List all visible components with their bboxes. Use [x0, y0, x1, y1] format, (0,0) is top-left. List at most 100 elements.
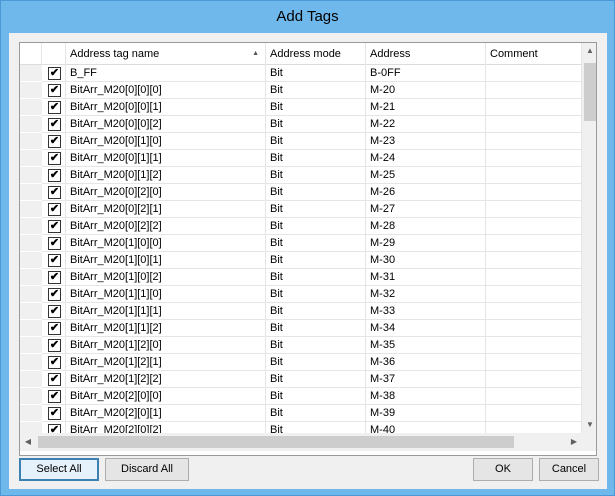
row-header[interactable] [20, 201, 42, 218]
cell-address-tag-name[interactable]: BitArr_M20[0][0][0] [66, 82, 266, 99]
row-checkbox[interactable]: ✔ [48, 203, 61, 216]
cell-address-mode[interactable]: Bit [266, 388, 366, 405]
cell-address-mode[interactable]: Bit [266, 252, 366, 269]
cell-address-tag-name[interactable]: BitArr_M20[0][2][1] [66, 201, 266, 218]
cell-address[interactable]: M-26 [366, 184, 486, 201]
cell-address[interactable]: B-0FF [366, 65, 486, 82]
row-header[interactable] [20, 65, 42, 82]
cell-address[interactable]: M-34 [366, 320, 486, 337]
row-checkbox[interactable]: ✔ [48, 407, 61, 420]
cell-address-mode[interactable]: Bit [266, 116, 366, 133]
cell-address-mode[interactable]: Bit [266, 269, 366, 286]
scroll-down-icon[interactable]: ▼ [582, 417, 596, 433]
table-row[interactable]: ✔ BitArr_M20[1][2][2] Bit M-37 [20, 371, 582, 388]
cell-comment[interactable] [486, 405, 582, 422]
table-row[interactable]: ✔ BitArr_M20[0][0][0] Bit M-20 [20, 82, 582, 99]
horizontal-scrollbar[interactable]: ◀ ▶ [20, 433, 582, 451]
row-checkbox[interactable]: ✔ [48, 135, 61, 148]
cell-address-mode[interactable]: Bit [266, 65, 366, 82]
row-header[interactable] [20, 405, 42, 422]
table-row[interactable]: ✔ BitArr_M20[0][2][0] Bit M-26 [20, 184, 582, 201]
cell-comment[interactable] [486, 167, 582, 184]
table-row[interactable]: ✔ BitArr_M20[1][2][0] Bit M-35 [20, 337, 582, 354]
cell-address[interactable]: M-39 [366, 405, 486, 422]
cell-address[interactable]: M-33 [366, 303, 486, 320]
row-header[interactable] [20, 235, 42, 252]
row-checkbox[interactable]: ✔ [48, 288, 61, 301]
vertical-scroll-thumb[interactable] [584, 63, 596, 121]
cell-address-tag-name[interactable]: BitArr_M20[1][0][2] [66, 269, 266, 286]
cell-address-tag-name[interactable]: BitArr_M20[0][0][2] [66, 116, 266, 133]
table-row[interactable]: ✔ BitArr_M20[1][1][2] Bit M-34 [20, 320, 582, 337]
cell-address-tag-name[interactable]: B_FF [66, 65, 266, 82]
row-header[interactable] [20, 422, 42, 433]
row-header[interactable] [20, 252, 42, 269]
cell-address-tag-name[interactable]: BitArr_M20[1][2][2] [66, 371, 266, 388]
column-header-address-tag-name[interactable]: Address tag name ▲ [66, 43, 266, 65]
row-header[interactable] [20, 286, 42, 303]
cell-address-mode[interactable]: Bit [266, 150, 366, 167]
row-checkbox[interactable]: ✔ [48, 356, 61, 369]
row-checkbox[interactable]: ✔ [48, 101, 61, 114]
cell-address-mode[interactable]: Bit [266, 422, 366, 433]
cell-address[interactable]: M-37 [366, 371, 486, 388]
vertical-scrollbar[interactable]: ▲ ▼ [582, 43, 596, 433]
cell-address-mode[interactable]: Bit [266, 354, 366, 371]
table-row[interactable]: ✔ BitArr_M20[1][1][0] Bit M-32 [20, 286, 582, 303]
cell-address-mode[interactable]: Bit [266, 235, 366, 252]
table-row[interactable]: ✔ BitArr_M20[0][1][2] Bit M-25 [20, 167, 582, 184]
cell-comment[interactable] [486, 184, 582, 201]
cell-address[interactable]: M-23 [366, 133, 486, 150]
row-checkbox[interactable]: ✔ [48, 373, 61, 386]
discard-all-button[interactable]: Discard All [105, 458, 189, 481]
cell-comment[interactable] [486, 150, 582, 167]
cell-address[interactable]: M-40 [366, 422, 486, 433]
row-header[interactable] [20, 82, 42, 99]
table-row[interactable]: ✔ BitArr_M20[1][0][1] Bit M-30 [20, 252, 582, 269]
cell-address[interactable]: M-35 [366, 337, 486, 354]
cell-address-mode[interactable]: Bit [266, 184, 366, 201]
row-header[interactable] [20, 218, 42, 235]
column-header-comment[interactable]: Comment [486, 43, 582, 65]
tags-grid[interactable]: Address tag name ▲ Address mode Address … [19, 42, 597, 456]
row-header[interactable] [20, 99, 42, 116]
cell-address-mode[interactable]: Bit [266, 201, 366, 218]
row-header[interactable] [20, 354, 42, 371]
table-row[interactable]: ✔ BitArr_M20[0][1][1] Bit M-24 [20, 150, 582, 167]
cell-address[interactable]: M-36 [366, 354, 486, 371]
cell-address-tag-name[interactable]: BitArr_M20[1][2][0] [66, 337, 266, 354]
row-header[interactable] [20, 116, 42, 133]
cell-address-mode[interactable]: Bit [266, 286, 366, 303]
row-header[interactable] [20, 269, 42, 286]
cell-address-mode[interactable]: Bit [266, 99, 366, 116]
cell-address-tag-name[interactable]: BitArr_M20[2][0][1] [66, 405, 266, 422]
table-row[interactable]: ✔ BitArr_M20[2][0][0] Bit M-38 [20, 388, 582, 405]
checkbox-column-header[interactable] [42, 43, 66, 65]
row-checkbox[interactable]: ✔ [48, 271, 61, 284]
row-checkbox[interactable]: ✔ [48, 220, 61, 233]
cell-address-mode[interactable]: Bit [266, 337, 366, 354]
cell-address-tag-name[interactable]: BitArr_M20[0][1][1] [66, 150, 266, 167]
column-header-address[interactable]: Address [366, 43, 486, 65]
cell-comment[interactable] [486, 218, 582, 235]
row-checkbox[interactable]: ✔ [48, 424, 61, 433]
horizontal-scroll-thumb[interactable] [38, 436, 514, 448]
cell-comment[interactable] [486, 286, 582, 303]
scroll-right-icon[interactable]: ▶ [566, 434, 582, 450]
row-checkbox[interactable]: ✔ [48, 169, 61, 182]
row-checkbox[interactable]: ✔ [48, 254, 61, 267]
table-row[interactable]: ✔ BitArr_M20[0][1][0] Bit M-23 [20, 133, 582, 150]
row-checkbox[interactable]: ✔ [48, 237, 61, 250]
table-row[interactable]: ✔ BitArr_M20[0][2][2] Bit M-28 [20, 218, 582, 235]
cell-address[interactable]: M-27 [366, 201, 486, 218]
cell-comment[interactable] [486, 303, 582, 320]
cell-comment[interactable] [486, 252, 582, 269]
cell-comment[interactable] [486, 99, 582, 116]
table-row[interactable]: ✔ BitArr_M20[1][1][1] Bit M-33 [20, 303, 582, 320]
cell-address-mode[interactable]: Bit [266, 218, 366, 235]
cell-address-tag-name[interactable]: BitArr_M20[0][0][1] [66, 99, 266, 116]
cell-address[interactable]: M-28 [366, 218, 486, 235]
scroll-up-icon[interactable]: ▲ [582, 43, 596, 59]
table-row[interactable]: ✔ BitArr_M20[2][0][2] Bit M-40 [20, 422, 582, 433]
cell-address-tag-name[interactable]: BitArr_M20[2][0][2] [66, 422, 266, 433]
